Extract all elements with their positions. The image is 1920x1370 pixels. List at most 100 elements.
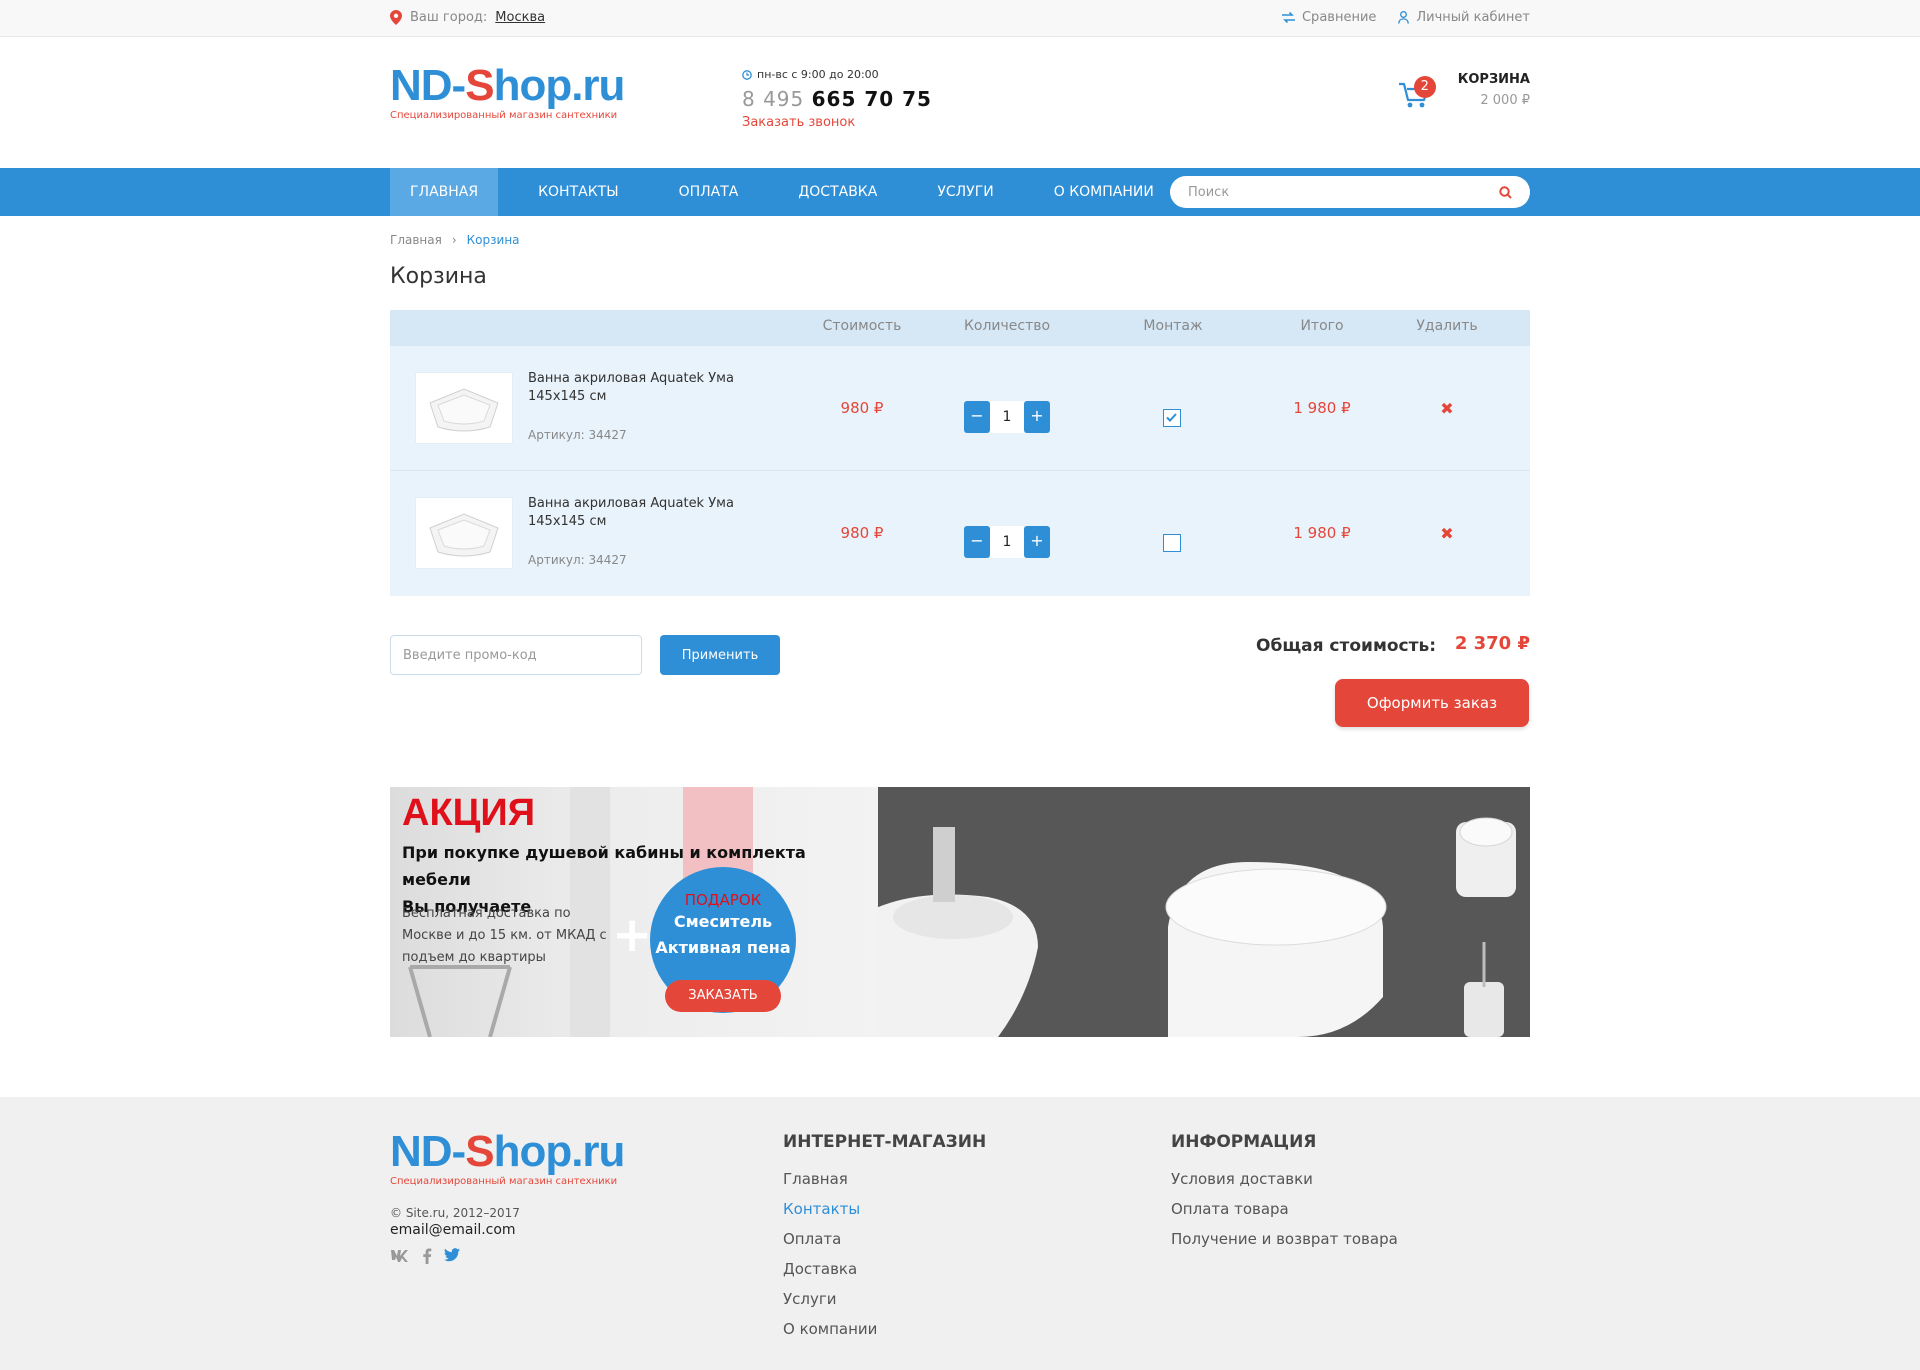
search-icon[interactable] — [1499, 185, 1512, 199]
checkmark-icon — [1166, 413, 1177, 422]
breadcrumb-separator: › — [451, 233, 457, 247]
gift-item-1: Смеситель — [673, 912, 773, 931]
nav-items: ГЛАВНАЯ КОНТАКТЫ ОПЛАТА ДОСТАВКА УСЛУГИ … — [390, 168, 1194, 216]
footer-link-contacts[interactable]: Контакты — [783, 1194, 986, 1224]
nav-item-about[interactable]: О КОМПАНИИ — [1034, 168, 1174, 216]
gift-label: ПОДАРОК — [684, 891, 762, 909]
main-nav: ГЛАВНАЯ КОНТАКТЫ ОПЛАТА ДОСТАВКА УСЛУГИ … — [0, 168, 1920, 216]
grand-total-value: 2 370 ₽ — [1454, 633, 1530, 654]
promo-code-input[interactable] — [390, 635, 642, 675]
banner-right-bg — [858, 787, 1530, 1037]
cart-table: Стоимость Количество Монтаж Итого Удалит… — [390, 310, 1530, 596]
banner-text: Бесплатная доставка по Москве и до 15 км… — [402, 906, 607, 965]
clock-icon — [742, 69, 752, 80]
copyright: © Site.ru, 2012–2017 — [390, 1206, 520, 1220]
map-pin-icon — [390, 10, 402, 25]
search-box — [1170, 176, 1530, 208]
checkout-button[interactable]: Оформить заказ — [1335, 679, 1529, 727]
footer-col-shop-title: ИНТЕРНЕТ-МАГАЗИН — [783, 1132, 987, 1152]
nav-item-payment[interactable]: ОПЛАТА — [659, 168, 759, 216]
product-name[interactable]: Ванна акриловая Aquatek Ума 145х145 см — [528, 495, 748, 531]
row-total: 1 980 ₽ — [1293, 399, 1351, 417]
account-label: Личный кабинет — [1416, 10, 1530, 25]
facebook-icon[interactable] — [422, 1248, 432, 1264]
mount-checkbox[interactable] — [1163, 409, 1181, 427]
bathtub-image — [429, 513, 499, 557]
qty-value[interactable]: 1 — [990, 401, 1024, 433]
qty-plus-button[interactable]: + — [1024, 526, 1050, 558]
top-bar — [0, 0, 1920, 37]
compare-icon — [1281, 12, 1295, 23]
contact-block: пн-вс с 9:00 до 20:00 8 495 665 70 75 За… — [742, 68, 932, 130]
product-price: 980 ₽ — [840, 399, 884, 417]
footer-link-returns[interactable]: Получение и возврат товара — [1171, 1224, 1398, 1254]
site-logo[interactable]: ND-Shop.ru Специализированный магазин са… — [390, 61, 625, 122]
compare-link[interactable]: Сравнение — [1281, 10, 1377, 25]
footer-link-payment-info[interactable]: Оплата товара — [1171, 1194, 1398, 1224]
work-hours: пн-вс с 9:00 до 20:00 — [742, 68, 932, 81]
quantity-stepper: − 1 + — [964, 401, 1050, 433]
footer-col-info-title: ИНФОРМАЦИЯ — [1171, 1132, 1317, 1152]
qty-plus-button[interactable]: + — [1024, 401, 1050, 433]
grand-total-label: Общая стоимость: — [1256, 636, 1436, 656]
footer-link-payment[interactable]: Оплата — [783, 1224, 986, 1254]
banner-title: АКЦИЯ — [402, 792, 536, 834]
cart-sum: 2 000 ₽ — [1480, 93, 1530, 108]
twitter-icon[interactable] — [444, 1248, 460, 1262]
table-row: Ванна акриловая Aquatek Ума 145х145 см А… — [390, 346, 1530, 471]
nav-item-contacts[interactable]: КОНТАКТЫ — [518, 168, 638, 216]
banner-order-button[interactable]: ЗАКАЗАТЬ — [665, 980, 781, 1012]
footer-logo[interactable]: ND-Shop.ru Специализированный магазин са… — [390, 1127, 625, 1188]
footer-link-about[interactable]: О компании — [783, 1314, 986, 1344]
product-image[interactable] — [415, 372, 513, 444]
footer-link-home[interactable]: Главная — [783, 1164, 986, 1194]
header-qty: Количество — [963, 318, 1051, 334]
promo-banner[interactable]: АКЦИЯ При покупке душевой кабины и компл… — [390, 787, 1530, 1037]
footer-email[interactable]: email@email.com — [390, 1222, 516, 1238]
cart-title: КОРЗИНА — [1457, 72, 1530, 87]
qty-minus-button[interactable]: − — [964, 526, 990, 558]
header-cart[interactable]: 2 КОРЗИНА 2 000 ₽ — [1398, 72, 1530, 114]
product-sku: Артикул: 34427 — [528, 553, 627, 567]
product-name[interactable]: Ванна акриловая Aquatek Ума 145х145 см — [528, 370, 748, 406]
qty-minus-button[interactable]: − — [964, 401, 990, 433]
cart-summary: КОРЗИНА 2 000 ₽ — [1458, 72, 1530, 108]
product-image[interactable] — [415, 497, 513, 569]
product-price: 980 ₽ — [840, 524, 884, 542]
footer-link-delivery-terms[interactable]: Условия доставки — [1171, 1164, 1398, 1194]
qty-value[interactable]: 1 — [990, 526, 1024, 558]
vk-icon[interactable] — [390, 1248, 410, 1262]
nav-item-services[interactable]: УСЛУГИ — [917, 168, 1013, 216]
account-link[interactable]: Личный кабинет — [1398, 10, 1530, 25]
footer-link-services[interactable]: Услуги — [783, 1284, 986, 1314]
city-name-link[interactable]: Москва — [495, 10, 545, 25]
remove-icon[interactable]: ✖ — [1440, 524, 1453, 543]
footer-col-info: ИНФОРМАЦИЯ Условия доставки Оплата товар… — [1171, 1132, 1398, 1254]
header-remove: Удалить — [1416, 318, 1478, 334]
social-links — [390, 1248, 460, 1264]
top-links: Сравнение Личный кабинет — [1281, 10, 1530, 25]
breadcrumb-home[interactable]: Главная — [390, 233, 442, 247]
logo-wordmark: ND-Shop.ru — [390, 61, 625, 110]
callback-link[interactable]: Заказать звонок — [742, 115, 932, 130]
sanitary-ware-image — [858, 787, 1530, 1037]
bathtub-image — [429, 388, 499, 432]
apply-promo-button[interactable]: Применить — [660, 635, 780, 675]
nav-item-delivery[interactable]: ДОСТАВКА — [778, 168, 897, 216]
gift-item-2: Активная пена — [655, 938, 791, 957]
city-selector[interactable]: Ваш город: Москва — [390, 10, 545, 25]
plus-icon: + — [612, 907, 653, 963]
footer-logo-wordmark: ND-Shop.ru — [390, 1127, 625, 1176]
remove-icon[interactable]: ✖ — [1440, 399, 1453, 418]
phone-number[interactable]: 8 495 665 70 75 — [742, 87, 932, 111]
cart-icon-wrap: 2 — [1398, 76, 1436, 114]
footer-link-delivery[interactable]: Доставка — [783, 1254, 986, 1284]
quantity-stepper: − 1 + — [964, 526, 1050, 558]
page-title: Корзина — [390, 264, 487, 289]
table-row: Ванна акриловая Aquatek Ума 145х145 см А… — [390, 471, 1530, 596]
search-input[interactable] — [1188, 184, 1499, 200]
compare-label: Сравнение — [1301, 10, 1377, 25]
mount-checkbox[interactable] — [1163, 534, 1181, 552]
nav-item-home[interactable]: ГЛАВНАЯ — [390, 168, 499, 216]
breadcrumb: Главная › Корзина — [390, 233, 520, 247]
